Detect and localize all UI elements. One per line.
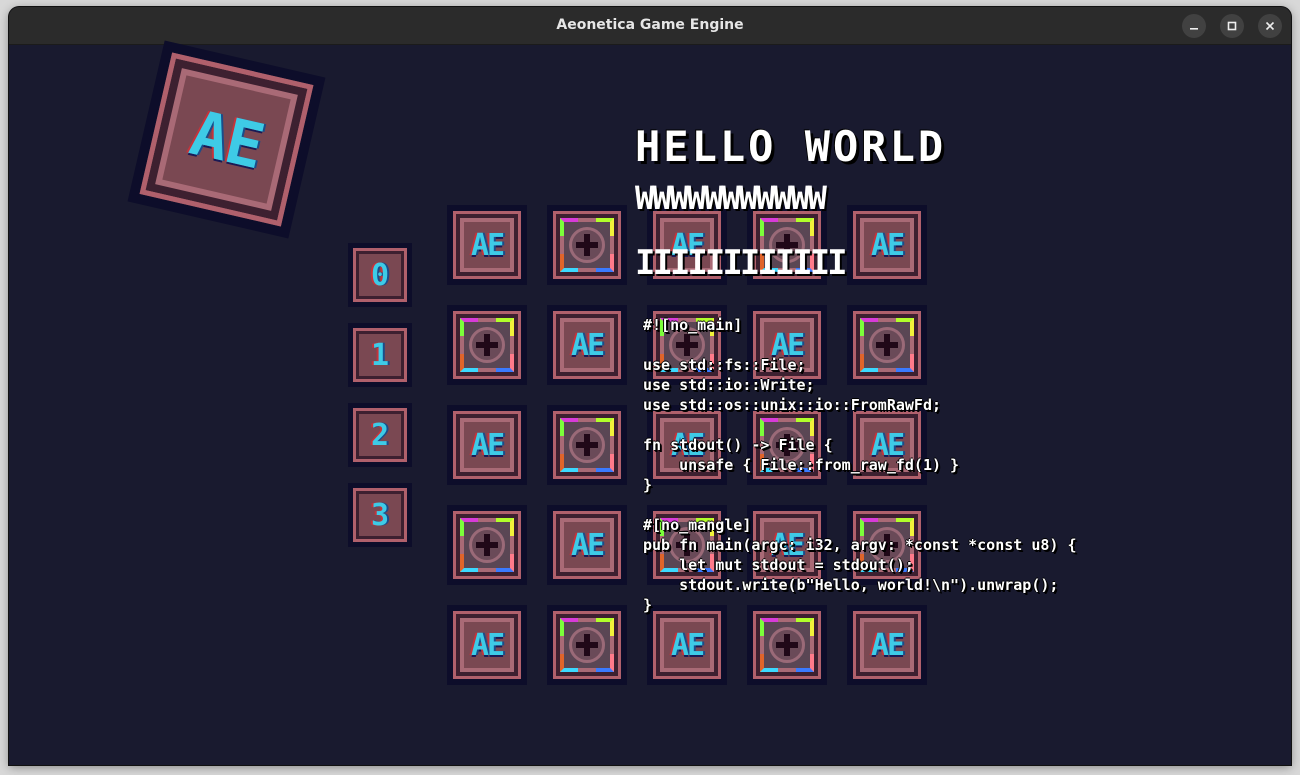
i-glyph-line: IIIIIIIIIIII — [635, 243, 848, 283]
ae-tile-text: AE — [670, 627, 705, 663]
crosshair-icon — [469, 527, 505, 563]
number-tile-label: 3 — [353, 488, 407, 542]
number-tile-0: 0 — [348, 243, 412, 307]
gear-tile — [547, 405, 627, 485]
gear-tile — [447, 305, 527, 385]
ae-tile-text: AE — [470, 427, 505, 463]
minimize-button[interactable] — [1182, 14, 1206, 38]
window-title: Aeonetica Game Engine — [556, 17, 744, 33]
crosshair-icon — [569, 227, 605, 263]
gear-tile — [447, 505, 527, 585]
ae-tile: AE — [447, 405, 527, 485]
ae-tile: AE — [547, 505, 627, 585]
ae-tile: AE — [847, 205, 927, 285]
close-button[interactable] — [1258, 14, 1282, 38]
number-tile-label: 1 — [353, 328, 407, 382]
ae-tile: AE — [647, 605, 727, 685]
ae-tile: AE — [547, 305, 627, 385]
game-canvas[interactable]: AE 0123 AE AE AE AE AE AE AE AE AE AE AE AE AE HELLO… — [9, 40, 1291, 765]
close-icon — [1265, 21, 1275, 31]
maximize-button[interactable] — [1220, 14, 1244, 38]
number-tile-label: 0 — [353, 248, 407, 302]
number-tile-3: 3 — [348, 483, 412, 547]
number-tile-label: 2 — [353, 408, 407, 462]
gear-tile — [547, 205, 627, 285]
gear-tile — [547, 605, 627, 685]
ae-tile-text: AE — [870, 227, 905, 263]
w-glyph-line: WWWWWWWWWWW — [635, 179, 827, 217]
ae-tile-text: AE — [470, 227, 505, 263]
title-bar[interactable]: Aeonetica Game Engine — [9, 7, 1291, 45]
ae-tile-text: AE — [470, 627, 505, 663]
maximize-icon — [1227, 21, 1237, 31]
gear-tile — [747, 605, 827, 685]
number-tile-2: 2 — [348, 403, 412, 467]
ae-tile-text: AE — [570, 527, 605, 563]
ae-tile: AE — [447, 605, 527, 685]
ae-tile-text: AE — [870, 627, 905, 663]
number-tile-1: 1 — [348, 323, 412, 387]
code-block: #![no_main] use std::fs::File; use std::… — [643, 316, 1077, 614]
ae-tile: AE — [847, 605, 927, 685]
crosshair-icon — [569, 627, 605, 663]
ae-tile-text: AE — [570, 327, 605, 363]
ae-tile: AE — [447, 205, 527, 285]
app-window: Aeonetica Game Engine AE 0 1 2 3 AE AE AE AE AE… — [9, 7, 1291, 765]
crosshair-icon — [769, 627, 805, 663]
ae-logo-text: AE — [183, 95, 270, 184]
crosshair-icon — [569, 427, 605, 463]
minimize-icon — [1190, 28, 1198, 30]
hello-world-text: HELLO WORLD — [635, 122, 947, 171]
ae-logo-tile: AE — [127, 40, 326, 239]
crosshair-icon — [469, 327, 505, 363]
